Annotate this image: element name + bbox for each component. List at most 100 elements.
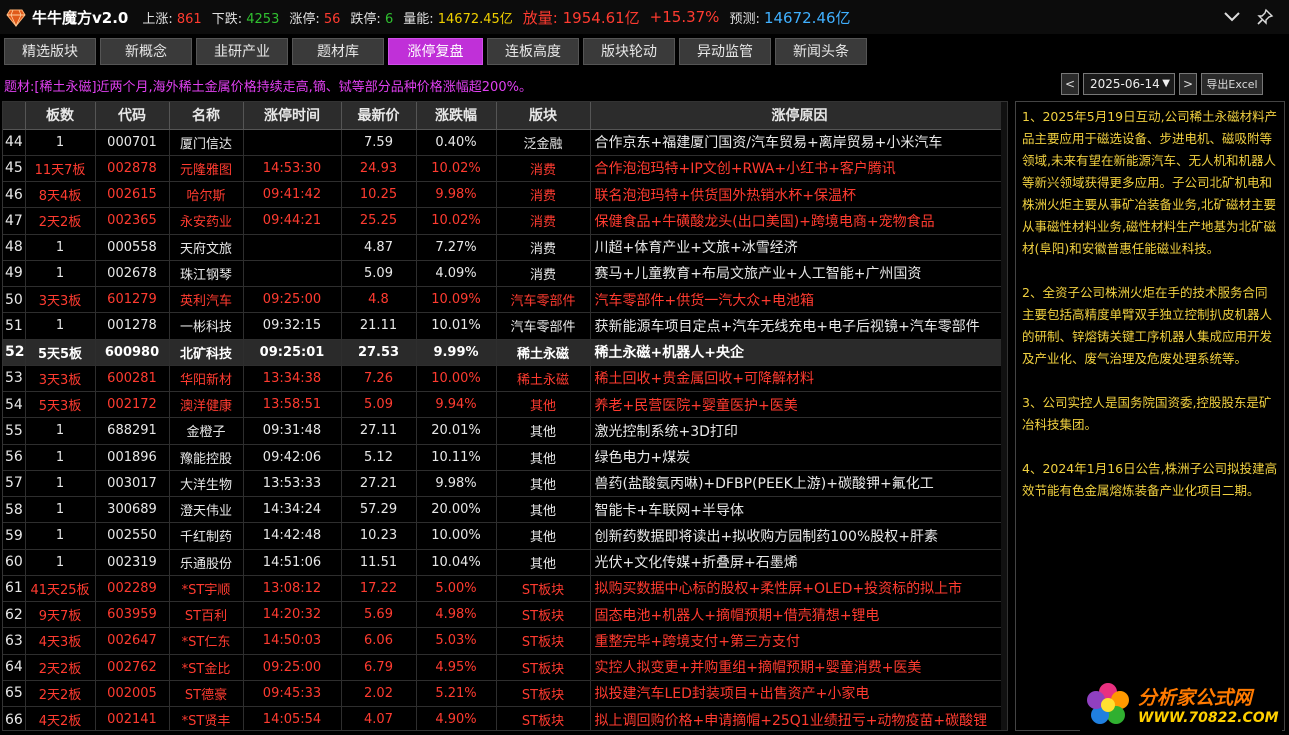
cell-name: 澄天伟业 <box>169 496 244 524</box>
cell-name: 英利汽车 <box>169 286 244 314</box>
row-index: 60 <box>3 549 26 576</box>
prev-date-button[interactable]: < <box>1061 73 1079 95</box>
cell-sector: 汽车零部件 <box>496 312 591 340</box>
cell-reason: 兽药(盐酸氨丙啉)+DFBP(PEEK上游)+碳酸钾+氟化工 <box>590 470 1007 498</box>
cell-time: 09:45:33 <box>243 680 342 708</box>
col-header-boards[interactable]: 板数 <box>25 102 96 130</box>
cell-reason: 智能卡+车联网+半导体 <box>590 496 1007 524</box>
table-row[interactable]: 63 4天3板 002647 *ST仁东 14:50:03 6.06 5.03% ST板块 重整… <box>3 627 1007 655</box>
table-row[interactable]: 52 5天5板 600980 北矿科技 09:25:01 27.53 9.99% 稀土永磁 稀土… <box>3 339 1007 366</box>
col-header-time[interactable]: 涨停时间 <box>243 102 342 130</box>
nav-tab-new-concepts[interactable]: 新概念 <box>100 37 192 65</box>
cell-time: 09:44:21 <box>243 207 342 235</box>
nav-tab-anomaly-monitor[interactable]: 异动监管 <box>679 37 771 65</box>
col-header-sector[interactable]: 版块 <box>496 102 591 130</box>
date-select[interactable]: 2025-06-14 ▼ <box>1083 73 1175 95</box>
row-index: 47 <box>3 207 26 235</box>
stat-limit-down: 跌停: 6 <box>350 11 394 27</box>
table-row[interactable]: 46 8天4板 002615 哈尔斯 09:41:42 10.25 9.98% 消费 联名泡泡玛… <box>3 181 1007 209</box>
cell-change: 10.11% <box>416 444 497 471</box>
table-row[interactable]: 56 1 001896 豫能控股 09:42:06 5.12 10.11% 其他 绿色电力+煤炭 <box>3 444 1007 471</box>
cell-time: 09:42:06 <box>243 444 342 471</box>
table-row[interactable]: 57 1 003017 大洋生物 13:53:33 27.21 9.98% 其他 兽药(盐酸氨丙… <box>3 470 1007 498</box>
cell-boards: 3天3板 <box>25 365 96 393</box>
table-row[interactable]: 44 1 000701 厦门信达 7.59 0.40% 泛金融 合作京东+福建厦门国资/汽车贸… <box>3 129 1007 156</box>
note-3: 3、公司实控人是国务院国资委,控股股东是矿冶科技集团。 <box>1022 395 1272 432</box>
row-index: 66 <box>3 706 26 730</box>
cell-time: 14:05:54 <box>243 706 342 730</box>
cell-name: 珠江钢琴 <box>169 260 244 288</box>
cell-reason: 赛马+儿童教育+布局文旅产业+人工智能+广州国资 <box>590 260 1007 288</box>
nav-tab-sector-rotation[interactable]: 版块轮动 <box>583 37 675 65</box>
nav-tab-industry-research[interactable]: 韭研产业 <box>196 37 288 65</box>
cell-time: 14:20:32 <box>243 601 342 629</box>
cell-time: 14:42:48 <box>243 522 342 550</box>
cell-change: 4.90% <box>416 706 497 730</box>
cell-boards: 5天3板 <box>25 391 96 419</box>
cell-time: 13:34:38 <box>243 365 342 393</box>
nav-tab-theme-library[interactable]: 题材库 <box>292 37 384 65</box>
table-row[interactable]: 54 5天3板 002172 澳洋健康 13:58:51 5.09 9.94% 其他 养老+民营… <box>3 391 1007 419</box>
cell-change: 0.40% <box>416 129 497 156</box>
row-index: 63 <box>3 627 26 655</box>
row-index: 53 <box>3 365 26 393</box>
export-excel-button[interactable]: 导出Excel <box>1201 73 1263 95</box>
cell-reason: 拟上调回购价格+申请摘帽+25Q1业绩扭亏+动物疫苗+碳酸锂 <box>590 706 1007 730</box>
col-header-reason[interactable]: 涨停原因 <box>590 102 1007 130</box>
cell-price: 4.87 <box>341 234 417 261</box>
table-row[interactable]: 50 3天3板 601279 英利汽车 09:25:00 4.8 10.09% 汽车零部件 汽车… <box>3 286 1007 314</box>
cell-price: 27.11 <box>341 417 417 445</box>
cell-code: 600980 <box>95 339 170 366</box>
col-header-name[interactable]: 名称 <box>169 102 244 130</box>
table-row[interactable]: 48 1 000558 天府文旅 4.87 7.27% 消费 川超+体育产业+文旅+冰雪经济 <box>3 234 1007 261</box>
table-row[interactable]: 55 1 688291 金橙子 09:31:48 27.11 20.01% 其他 激光控制系统+… <box>3 417 1007 445</box>
next-date-button[interactable]: > <box>1179 73 1197 95</box>
col-header-code[interactable]: 代码 <box>95 102 170 130</box>
table-row[interactable]: 47 2天2板 002365 永安药业 09:44:21 25.25 10.02% 消费 保健食… <box>3 207 1007 235</box>
table-row[interactable]: 60 1 002319 乐通股份 14:51:06 11.51 10.04% 其他 光伏+文化传… <box>3 549 1007 576</box>
title-bar: 牛牛魔方v2.0 上涨: 861 下跌: 4253 涨停: 56 跌停: 6 量… <box>0 0 1289 34</box>
table-row[interactable]: 49 1 002678 珠江钢琴 5.09 4.09% 消费 赛马+儿童教育+布局文旅产业+人… <box>3 260 1007 288</box>
cell-sector: ST板块 <box>496 627 591 655</box>
cell-sector: ST板块 <box>496 706 591 730</box>
cell-name: 澳洋健康 <box>169 391 244 419</box>
nav-tab-limit-up-review[interactable]: 涨停复盘 <box>388 37 483 65</box>
table-scrollbar[interactable] <box>1001 102 1007 730</box>
cell-reason: 获新能源车项目定点+汽车无线充电+电子后视镜+汽车零部件 <box>590 312 1007 340</box>
cell-sector: 消费 <box>496 155 591 183</box>
cell-change: 9.94% <box>416 391 497 419</box>
cell-boards: 1 <box>25 470 96 498</box>
cell-reason: 重整完毕+跨境支付+第三方支付 <box>590 627 1007 655</box>
chevron-down-icon[interactable] <box>1221 6 1243 28</box>
table-row[interactable]: 58 1 300689 澄天伟业 14:34:24 57.29 20.00% 其他 智能卡+车联… <box>3 496 1007 524</box>
col-header-index[interactable] <box>3 102 26 130</box>
table-row[interactable]: 66 4天2板 002141 *ST贤丰 14:05:54 4.07 4.90% ST板块 拟上… <box>3 706 1007 730</box>
table-row[interactable]: 45 11天7板 002878 元隆雅图 14:53:30 24.93 10.02% 消费 合作… <box>3 155 1007 183</box>
cell-name: 天府文旅 <box>169 234 244 261</box>
cell-change: 20.00% <box>416 496 497 524</box>
nav-tab-featured-sectors[interactable]: 精选版块 <box>4 37 96 65</box>
col-header-change[interactable]: 涨跌幅 <box>416 102 497 130</box>
cell-name: 北矿科技 <box>169 339 244 366</box>
table-row[interactable]: 51 1 001278 一彬科技 09:32:15 21.11 10.01% 汽车零部件 获新能… <box>3 312 1007 340</box>
cell-change: 10.02% <box>416 155 497 183</box>
table-row[interactable]: 64 2天2板 002762 *ST金比 09:25:00 6.79 4.95% ST板块 实控… <box>3 654 1007 681</box>
table-row[interactable]: 61 41天25板 002289 *ST宇顺 13:08:12 17.22 5.00% ST板… <box>3 575 1007 603</box>
table-row[interactable]: 53 3天3板 600281 华阳新材 13:34:38 7.26 10.00% 稀土永磁 稀土… <box>3 365 1007 393</box>
cell-code: 002172 <box>95 391 170 419</box>
cell-sector: 其他 <box>496 391 591 419</box>
cell-reason: 实控人拟变更+并购重组+摘帽预期+婴童消费+医美 <box>590 654 1007 681</box>
cell-sector: ST板块 <box>496 680 591 708</box>
cell-price: 5.09 <box>341 260 417 288</box>
cell-change: 4.98% <box>416 601 497 629</box>
nav-tab-consecutive-height[interactable]: 连板高度 <box>487 37 579 65</box>
table-row[interactable]: 62 9天7板 603959 ST百利 14:20:32 5.69 4.98% ST板块 固态电… <box>3 601 1007 629</box>
cell-sector: 消费 <box>496 181 591 209</box>
col-header-price[interactable]: 最新价 <box>341 102 417 130</box>
cell-boards: 1 <box>25 549 96 576</box>
cell-sector: 其他 <box>496 549 591 576</box>
table-row[interactable]: 59 1 002550 千红制药 14:42:48 10.23 10.00% 其他 创新药数据即… <box>3 522 1007 550</box>
table-row[interactable]: 65 2天2板 002005 ST德豪 09:45:33 2.02 5.21% ST板块 拟投建… <box>3 680 1007 708</box>
nav-tab-news-headlines[interactable]: 新闻头条 <box>775 37 867 65</box>
pin-icon[interactable] <box>1254 6 1276 28</box>
